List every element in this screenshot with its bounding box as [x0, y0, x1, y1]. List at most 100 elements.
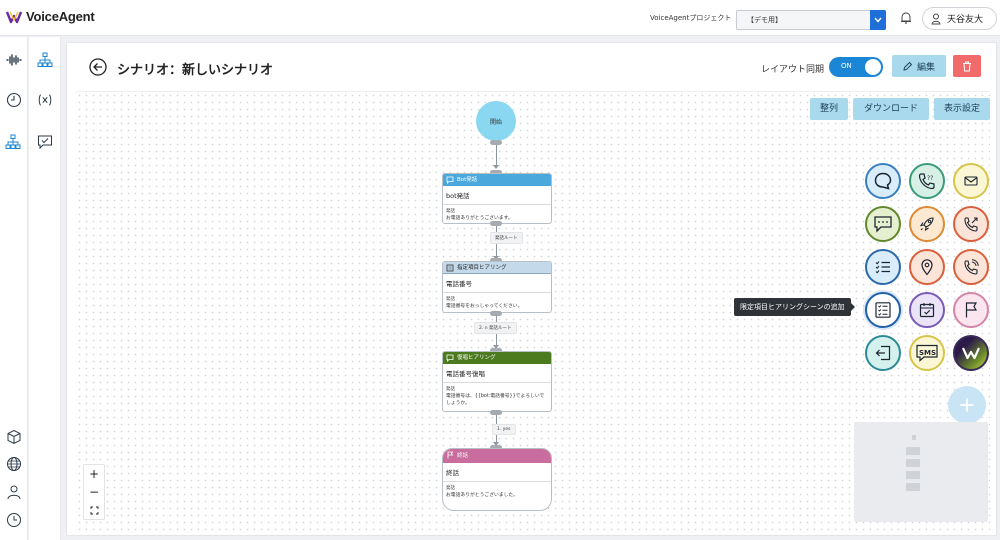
fit-screen-icon — [90, 506, 98, 514]
variable-icon[interactable] — [37, 92, 53, 108]
cube-icon[interactable] — [6, 429, 22, 445]
node-name: bot発話 — [443, 186, 551, 205]
zoom-out-button[interactable]: − — [84, 483, 104, 501]
edit-button-label: 編集 — [916, 62, 935, 73]
palette-email[interactable] — [953, 163, 989, 199]
node-header-label: 復唱ヒアリング — [457, 355, 496, 361]
top-bar: VoiceAgent VoiceAgentプロジェクト 【デモ用】 天谷友大 — [0, 0, 1000, 36]
phone-question-icon: ?? — [918, 173, 935, 190]
flow-node-end[interactable]: 終話 終話 発話 お電話ありがとうございました。 — [442, 448, 552, 511]
flow-canvas[interactable]: 整列 ダウンロード 表示設定 開始 Bot発話 bot発話 発話 お電話ありがと… — [76, 91, 990, 533]
location-pin-icon — [921, 259, 933, 276]
user-group-icon[interactable] — [6, 484, 22, 500]
palette-phone-question[interactable]: ?? — [909, 163, 945, 199]
palette-location[interactable] — [909, 249, 945, 285]
waveform-icon[interactable] — [6, 52, 22, 68]
node-header: 指定項目ヒアリング — [443, 262, 551, 274]
node-header-label: 指定項目ヒアリング — [457, 265, 507, 271]
palette-brand[interactable] — [953, 335, 989, 371]
delete-button[interactable] — [953, 55, 981, 77]
plus-icon — [960, 398, 974, 412]
project-select[interactable]: 【デモ用】 — [736, 10, 886, 30]
speech-bubble-icon — [446, 176, 454, 184]
flow-node-bot[interactable]: Bot発話 bot発話 発話 お電話ありがとうございます。 — [442, 173, 552, 224]
palette-exit[interactable] — [865, 335, 901, 371]
palette-rocket[interactable] — [909, 206, 945, 242]
phone-call-icon — [964, 259, 979, 275]
palette-chat[interactable] — [865, 206, 901, 242]
project-select-value: 【デモ用】 — [747, 16, 782, 24]
layout-sync-toggle[interactable]: ON — [829, 57, 883, 77]
palette-checklist[interactable] — [865, 249, 901, 285]
user-menu[interactable]: 天谷友大 — [922, 7, 997, 30]
back-arrow-icon[interactable] — [89, 58, 107, 76]
start-node[interactable]: 開始 — [476, 101, 516, 141]
user-name: 天谷友大 — [947, 15, 984, 25]
edge-label-prefix: 2. n — [479, 326, 488, 331]
globe-icon[interactable] — [6, 456, 22, 472]
minimap-node — [912, 435, 916, 440]
rocket-icon — [919, 217, 934, 232]
toggle-state: ON — [841, 62, 852, 70]
palette-sms[interactable]: SMS — [909, 335, 945, 371]
zoom-in-button[interactable]: + — [84, 465, 104, 483]
palette-calendar[interactable] — [909, 292, 945, 328]
sms-label: SMS — [919, 349, 937, 357]
logo-icon — [6, 11, 22, 23]
node-header: 復唱ヒアリング — [443, 352, 551, 364]
palette-phone-forward[interactable] — [953, 206, 989, 242]
node-text: お電話ありがとうございました。 — [446, 493, 518, 498]
minimap-node — [906, 447, 920, 455]
node-header: 終話 — [443, 449, 551, 463]
exit-icon — [875, 345, 891, 361]
download-button[interactable]: ダウンロード — [853, 98, 929, 120]
scenario-tree-icon[interactable] — [37, 52, 53, 68]
primary-rail — [0, 37, 28, 540]
palette-tooltip: 限定項目ヒアリングシーンの追加 — [734, 298, 855, 316]
flag-icon — [447, 451, 454, 459]
tooltip-text: 限定項目ヒアリングシーンの追加 — [740, 303, 845, 311]
palette-end[interactable] — [953, 292, 989, 328]
flow-node-hearing[interactable]: 指定項目ヒアリング 電話番号 発話 電話番号をおっしゃってください。 — [442, 261, 552, 313]
chat-dots-icon — [874, 216, 892, 233]
flow-tree-icon[interactable] — [5, 134, 21, 150]
align-button[interactable]: 整列 — [810, 98, 848, 120]
add-scene-button[interactable] — [948, 386, 986, 424]
project-label: VoiceAgentプロジェクト — [650, 14, 732, 22]
minimap[interactable] — [854, 422, 988, 522]
edge-label-2[interactable]: 2. n 発話ルート — [474, 322, 517, 334]
palette-bot-speech[interactable] — [865, 163, 901, 199]
secondary-rail — [29, 37, 61, 540]
repeat-chat-icon — [446, 354, 454, 362]
bell-icon[interactable] — [900, 11, 912, 25]
brand-logo-icon — [962, 347, 980, 360]
pencil-icon — [903, 61, 913, 71]
phone-forward-icon — [964, 217, 978, 232]
history-icon[interactable] — [6, 512, 22, 528]
display-settings-button[interactable]: 表示設定 — [934, 98, 990, 120]
minimap-node — [906, 471, 920, 479]
flow-node-repeat[interactable]: 復唱ヒアリング 電話番号復唱 発話 電話番号は、{{bot:電話番号}}でよろし… — [442, 351, 552, 412]
scenario-panel: シナリオ：新しいシナリオ レイアウト同期 ON 編集 整列 ダウンロード 表示設… — [66, 42, 997, 536]
trash-icon — [963, 61, 971, 71]
edit-button[interactable]: 編集 — [892, 55, 946, 77]
edge-label[interactable]: 1. yes — [492, 424, 516, 435]
edge-label[interactable]: 発話ルート — [490, 232, 523, 244]
logo-text: VoiceAgent — [26, 9, 95, 24]
calendar-check-icon — [919, 303, 935, 318]
node-name: 電話番号 — [443, 274, 551, 293]
chevron-down-icon[interactable] — [870, 10, 886, 30]
chat-check-icon[interactable] — [37, 134, 53, 150]
clock-icon[interactable] — [6, 92, 22, 108]
envelope-icon — [964, 176, 978, 186]
node-sub-label: 発話 — [446, 297, 455, 302]
page-title: シナリオ：新しいシナリオ — [117, 63, 274, 78]
palette-limited-hearing[interactable] — [865, 292, 901, 328]
node-name: 終話 — [443, 463, 551, 482]
fit-view-button[interactable] — [84, 501, 104, 519]
app-logo[interactable]: VoiceAgent — [6, 9, 95, 24]
edge-label-text: 発話ルート — [489, 326, 512, 331]
form-list-icon — [875, 302, 891, 318]
palette-phone-call[interactable] — [953, 249, 989, 285]
checklist-icon — [875, 261, 890, 274]
